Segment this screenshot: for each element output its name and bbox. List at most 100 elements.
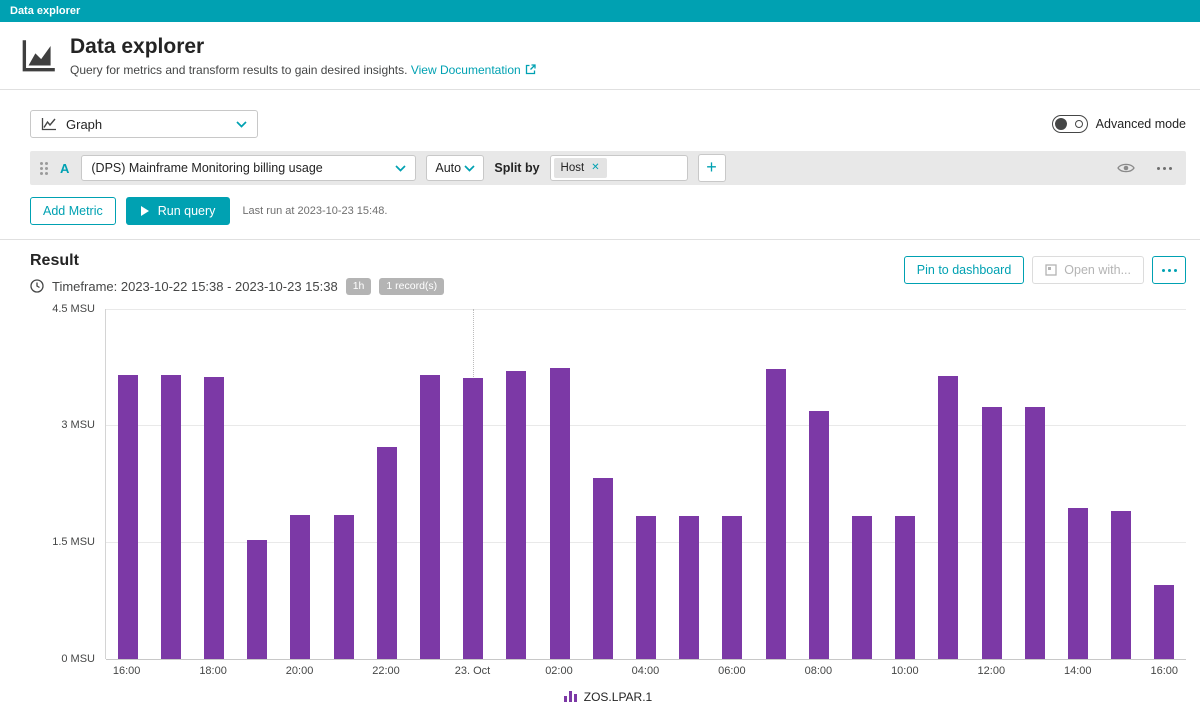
- x-axis-tick-label: [148, 665, 191, 678]
- visualization-select[interactable]: Graph: [30, 110, 258, 138]
- pin-to-dashboard-button[interactable]: Pin to dashboard: [903, 256, 1025, 284]
- query-letter: A: [60, 160, 70, 176]
- advanced-mode-toggle[interactable]: [1051, 115, 1088, 133]
- bar[interactable]: [938, 376, 959, 659]
- split-by-chip-label: Host: [560, 162, 585, 174]
- gridline: [106, 658, 1186, 660]
- view-documentation-link[interactable]: View Documentation: [411, 63, 536, 77]
- run-query-label: Run query: [157, 204, 216, 218]
- toggle-off-knob: [1074, 120, 1083, 128]
- bar-slot: [322, 309, 365, 659]
- bar-slot: [1100, 309, 1143, 659]
- bar-slot: [668, 309, 711, 659]
- add-metric-button[interactable]: Add Metric: [30, 197, 116, 225]
- x-axis-tick-label: 06:00: [718, 664, 746, 677]
- open-with-icon: [1045, 264, 1057, 276]
- bar[interactable]: [420, 375, 441, 659]
- result-chart: 4.5 MSU 3 MSU 1.5 MSU 0 MSU 16:00 18:00 20:00…: [30, 303, 1186, 704]
- external-link-icon: [525, 64, 536, 75]
- drag-handle-icon[interactable]: [40, 161, 48, 175]
- open-with-button[interactable]: Open with...: [1032, 256, 1144, 284]
- bar[interactable]: [636, 516, 657, 659]
- y-axis-tick-label: 4.5 MSU: [52, 302, 95, 315]
- bar[interactable]: [506, 370, 527, 659]
- toggle-on-knob: [1054, 118, 1067, 130]
- y-axis-tick-label: 1.5 MSU: [52, 535, 95, 548]
- x-axis-tick-label: 12:00: [977, 664, 1006, 677]
- last-run-text: Last run at 2023-10-23 15:48.: [242, 205, 388, 217]
- x-axis-tick-label: 22:00: [372, 664, 400, 677]
- bar-slot: [624, 309, 667, 659]
- bar[interactable]: [722, 516, 743, 659]
- top-bar-title: Data explorer: [10, 5, 81, 17]
- chevron-down-icon: [395, 164, 406, 172]
- bar[interactable]: [765, 369, 786, 659]
- bar[interactable]: [592, 478, 613, 659]
- bar[interactable]: [1024, 406, 1045, 659]
- plot-area: [105, 308, 1186, 660]
- run-query-button[interactable]: Run query: [125, 197, 231, 225]
- split-by-input[interactable]: Host ✕: [549, 155, 688, 181]
- bar-slot: [452, 309, 495, 659]
- section-divider: [0, 239, 1200, 240]
- metric-select[interactable]: (DPS) Mainframe Monitoring billing usage: [81, 155, 417, 181]
- resolution-select[interactable]: Auto: [426, 155, 485, 181]
- bar[interactable]: [679, 516, 700, 659]
- x-axis-tick-label: 14:00: [1064, 664, 1092, 677]
- bar-slot: [884, 309, 927, 659]
- timeframe-row: Timeframe: 2023-10-22 15:38 - 2023-10-23…: [30, 278, 445, 295]
- bar-slot: [365, 309, 408, 659]
- actions-row: Add Metric Run query Last run at 2023-10…: [30, 197, 1186, 225]
- x-axis-tick-label: [926, 665, 969, 678]
- bar-slot: [1013, 309, 1056, 659]
- bar[interactable]: [160, 374, 181, 659]
- visibility-eye-icon[interactable]: [1117, 162, 1135, 174]
- add-split-button[interactable]: +: [697, 154, 726, 182]
- chart-legend[interactable]: ZOS.LPAR.1: [30, 690, 1186, 704]
- view-documentation-label: View Documentation: [410, 62, 521, 77]
- bar-slot: [538, 309, 581, 659]
- bar[interactable]: [247, 540, 268, 659]
- bar-slot: [840, 309, 883, 659]
- bar-slot: [1143, 309, 1186, 659]
- bars-layer: [106, 309, 1186, 659]
- bar[interactable]: [1068, 507, 1089, 659]
- x-axis-tick-label: 04:00: [631, 664, 660, 677]
- query-more-options-button[interactable]: [1153, 163, 1176, 174]
- bar-slot: [754, 309, 797, 659]
- remove-chip-icon[interactable]: ✕: [591, 163, 599, 173]
- chart-grid: 4.5 MSU 3 MSU 1.5 MSU 0 MSU: [30, 303, 1186, 665]
- bar[interactable]: [981, 406, 1002, 659]
- split-by-chip: Host ✕: [553, 158, 607, 178]
- bar[interactable]: [549, 368, 570, 659]
- bar-slot: [581, 309, 624, 659]
- bar[interactable]: [852, 516, 873, 659]
- bar[interactable]: [333, 514, 354, 659]
- bar[interactable]: [376, 447, 397, 659]
- legend-bar-icon: [563, 691, 577, 703]
- x-axis-tick-label: [1013, 665, 1056, 678]
- x-axis-tick-label: 23. Oct: [454, 664, 491, 677]
- y-axis: 4.5 MSU 3 MSU 1.5 MSU 0 MSU: [30, 303, 105, 665]
- bar[interactable]: [290, 515, 311, 659]
- bar-slot: [192, 309, 235, 659]
- main-content: Graph Advanced mode A (DPS) Mainframe Mo…: [0, 110, 1200, 704]
- bar[interactable]: [895, 516, 916, 659]
- bar[interactable]: [1154, 584, 1175, 659]
- bar-slot: [106, 309, 149, 659]
- x-axis-tick-label: [754, 665, 797, 678]
- bar-slot: [236, 309, 279, 659]
- bar[interactable]: [204, 377, 224, 659]
- bar[interactable]: [117, 374, 138, 659]
- result-more-options-button[interactable]: [1152, 256, 1186, 284]
- bar[interactable]: [1111, 510, 1132, 659]
- result-title: Result: [30, 252, 79, 269]
- x-axis-tick-label: 18:00: [199, 664, 227, 677]
- page-subtitle: Query for metrics and transform results …: [70, 63, 536, 77]
- ellipsis-icon: [1158, 265, 1181, 276]
- bar-slot: [927, 309, 970, 659]
- bar[interactable]: [808, 411, 829, 659]
- bar-slot: [279, 309, 322, 659]
- bar[interactable]: [463, 377, 484, 659]
- bar-slot: [408, 309, 451, 659]
